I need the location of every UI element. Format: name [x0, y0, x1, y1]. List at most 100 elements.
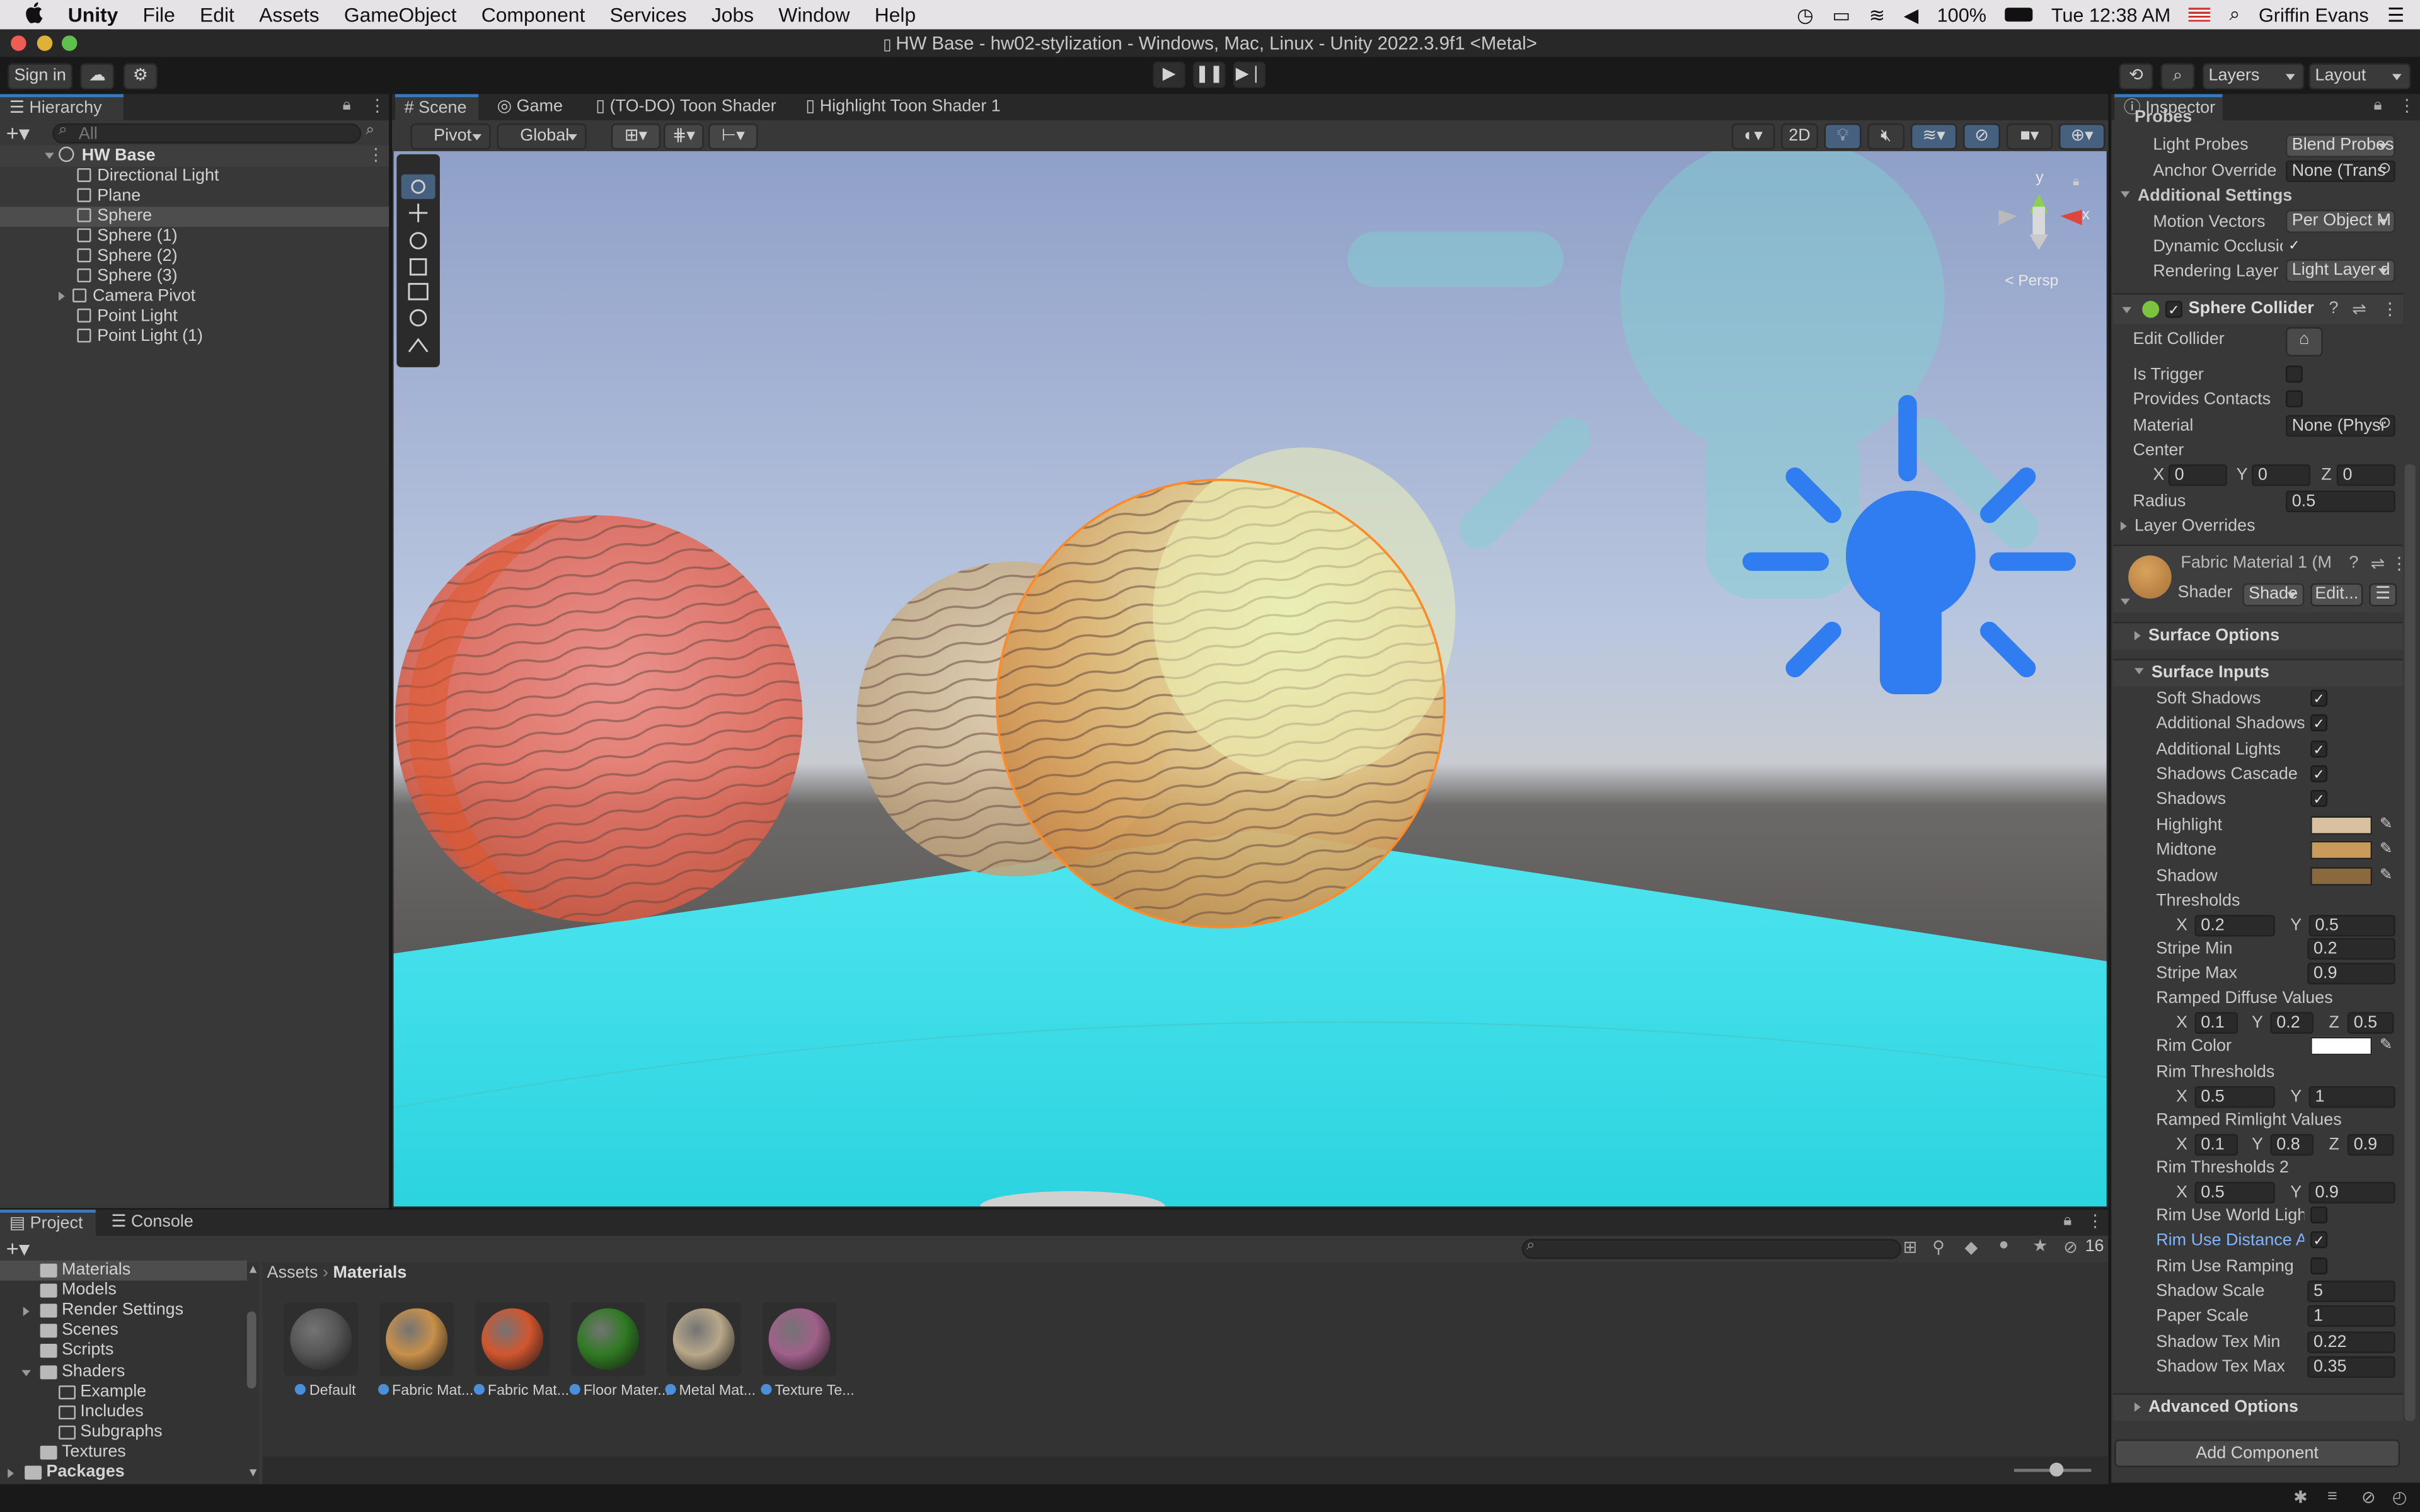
- ramped-rim-y-field[interactable]: 0.8: [2270, 1134, 2314, 1156]
- hierarchy-item[interactable]: Sphere (1): [0, 227, 389, 247]
- kebab-menu-icon[interactable]: ⋮: [369, 96, 386, 115]
- scene-search-icon[interactable]: ⌕: [366, 122, 374, 139]
- airplay-icon[interactable]: ▭: [1832, 3, 1850, 26]
- rendering-layer-dropdown[interactable]: Light Layer d: [2285, 259, 2395, 283]
- add-component-button[interactable]: Add Component: [2114, 1439, 2400, 1467]
- fold-open-icon[interactable]: [45, 152, 54, 159]
- project-create-button[interactable]: +▾: [6, 1236, 30, 1261]
- scroll-down-icon[interactable]: ▼: [247, 1466, 259, 1480]
- help-icon[interactable]: ?: [2349, 554, 2358, 572]
- shadow-color-swatch[interactable]: [2310, 866, 2373, 885]
- battery-percent[interactable]: 100%: [1937, 4, 1986, 25]
- step-button[interactable]: ▶❘: [1233, 61, 1266, 88]
- hidden-packages-icon[interactable]: ⊘: [2063, 1237, 2078, 1257]
- project-tree-item[interactable]: Materials: [0, 1260, 247, 1281]
- search-icon[interactable]: ⌕: [2160, 63, 2195, 90]
- project-tree-item[interactable]: Textures: [0, 1443, 247, 1463]
- auto-refresh-icon[interactable]: ◴: [2392, 1487, 2407, 1507]
- tab-console[interactable]: ☰ Console: [102, 1210, 203, 1236]
- global-dropdown[interactable]: Global: [497, 123, 587, 150]
- rim-thresholds-y-field[interactable]: 1: [2308, 1086, 2395, 1108]
- scene-root-row[interactable]: HW Base ⋮: [0, 145, 389, 167]
- rim-distance-checkbox[interactable]: ✓: [2310, 1231, 2328, 1249]
- material-asset-label[interactable]: Default: [282, 1382, 369, 1399]
- play-button[interactable]: ▶: [1153, 61, 1185, 88]
- ramped-diffuse-z-field[interactable]: 0.5: [2347, 1012, 2394, 1034]
- material-header[interactable]: Fabric Material 1 (M ? ⇌ ⋮ Shader Shade …: [2112, 544, 2407, 613]
- fold-open-icon[interactable]: [2120, 598, 2130, 605]
- material-asset-label[interactable]: Floor Mater...: [569, 1382, 670, 1399]
- bug-icon[interactable]: ✱: [2293, 1487, 2308, 1507]
- tree-scrollbar[interactable]: [246, 1311, 256, 1389]
- lighting-toggle-icon[interactable]: 💡︎: [1824, 123, 1862, 150]
- hidden-toggle-icon[interactable]: ⊘: [1963, 123, 2000, 150]
- provides-contacts-checkbox[interactable]: [2285, 390, 2303, 408]
- favorite-star-icon[interactable]: ★: [2032, 1236, 2048, 1256]
- hierarchy-search-input[interactable]: All: [52, 123, 362, 144]
- soft-shadows-checkbox[interactable]: ✓: [2310, 689, 2328, 707]
- slider-handle[interactable]: [2049, 1462, 2064, 1477]
- tab-toon-shader[interactable]: ▯ (TO-DO) Toon Shader: [587, 94, 786, 120]
- pause-button[interactable]: ❚❚: [1193, 61, 1226, 88]
- help-icon[interactable]: ?: [2329, 299, 2339, 318]
- tab-project[interactable]: ▤ Project: [0, 1210, 96, 1236]
- material-asset-thumbnail[interactable]: [379, 1302, 454, 1377]
- rim-ramping-checkbox[interactable]: [2310, 1257, 2328, 1274]
- material-asset-thumbnail[interactable]: [762, 1302, 837, 1377]
- collab-icon[interactable]: ⚙: [123, 63, 158, 90]
- project-tree-item[interactable]: Render Settings: [0, 1301, 247, 1321]
- project-tree-item[interactable]: Shaders: [0, 1361, 247, 1382]
- tab-game[interactable]: ◎ Game: [488, 94, 572, 120]
- ruler-button[interactable]: ⊢▾: [708, 123, 758, 150]
- inspector-lock-icon[interactable]: 🔒︎: [2374, 97, 2382, 114]
- edit-shader-button[interactable]: Edit...: [2310, 583, 2363, 607]
- stripe-min-field[interactable]: 0.2: [2307, 937, 2395, 960]
- cloud-icon[interactable]: ☁: [80, 63, 115, 90]
- ramped-rim-z-field[interactable]: 0.9: [2347, 1134, 2394, 1156]
- ramped-diffuse-y-field[interactable]: 0.2: [2270, 1012, 2314, 1034]
- stripe-max-field[interactable]: 0.9: [2307, 963, 2395, 985]
- create-plus-button[interactable]: +▾: [6, 120, 40, 145]
- material-kebab-icon[interactable]: ⋮: [2390, 554, 2407, 574]
- mode-2d-button[interactable]: 2D: [1781, 123, 1818, 150]
- rim-color-swatch[interactable]: [2310, 1036, 2373, 1056]
- fold-closed-icon[interactable]: [23, 1307, 30, 1317]
- battery-icon[interactable]: [2005, 8, 2033, 22]
- component-kebab-icon[interactable]: ⋮: [2382, 299, 2399, 319]
- breadcrumb-assets[interactable]: Assets: [267, 1264, 318, 1282]
- project-tree-item[interactable]: Subgraphs: [0, 1422, 247, 1442]
- shadow-tex-min-field[interactable]: 0.22: [2307, 1331, 2395, 1353]
- project-tree-item[interactable]: Models: [0, 1281, 247, 1301]
- eyedropper-icon[interactable]: ✎: [2377, 866, 2395, 885]
- hierarchy-item[interactable]: Directional Light: [0, 166, 389, 186]
- radius-field[interactable]: 0.5: [2285, 490, 2395, 513]
- eyedropper-icon[interactable]: ✎: [2377, 816, 2395, 835]
- layer-overrides-foldout[interactable]: Layer Overrides: [2120, 514, 2256, 539]
- pivot-dropdown[interactable]: Pivot: [410, 123, 491, 150]
- gizmos-dropdown-icon[interactable]: ⊕▾: [2058, 123, 2106, 150]
- preset-icon[interactable]: ⇌: [2371, 554, 2385, 574]
- edit-collider-button[interactable]: ⌂: [2285, 327, 2323, 357]
- project-tree-item[interactable]: Example: [0, 1382, 247, 1402]
- ramped-diffuse-x-field[interactable]: 0.1: [2194, 1012, 2238, 1034]
- volume-icon[interactable]: ◀: [1904, 3, 1919, 26]
- fold-open-icon[interactable]: [21, 1369, 31, 1376]
- rim-thresholds2-y-field[interactable]: 0.9: [2308, 1181, 2395, 1204]
- menu-jobs[interactable]: Jobs: [699, 3, 766, 26]
- minimize-window-icon[interactable]: [37, 35, 53, 51]
- project-tree-item[interactable]: Scripts: [0, 1341, 247, 1361]
- audio-toggle-icon[interactable]: 🔇︎: [1867, 123, 1905, 150]
- rim-thresholds-x-field[interactable]: 0.5: [2194, 1086, 2275, 1108]
- project-kebab-icon[interactable]: ⋮: [2087, 1211, 2104, 1231]
- highlight-color-swatch[interactable]: [2310, 816, 2373, 835]
- menu-assets[interactable]: Assets: [246, 3, 331, 26]
- material-asset-thumbnail[interactable]: [284, 1302, 359, 1377]
- menu-services[interactable]: Services: [597, 3, 699, 26]
- tab-scene[interactable]: # Scene: [395, 94, 479, 121]
- eyedropper-icon[interactable]: ✎: [2377, 1037, 2395, 1055]
- spotlight-search-icon[interactable]: ⌕: [2229, 3, 2240, 26]
- shadow-tex-max-field[interactable]: 0.35: [2307, 1356, 2395, 1378]
- shading-mode-button[interactable]: ◐▾: [1731, 123, 1775, 150]
- hierarchy-item[interactable]: Plane: [0, 186, 389, 207]
- shader-list-icon[interactable]: ☰: [2369, 583, 2397, 607]
